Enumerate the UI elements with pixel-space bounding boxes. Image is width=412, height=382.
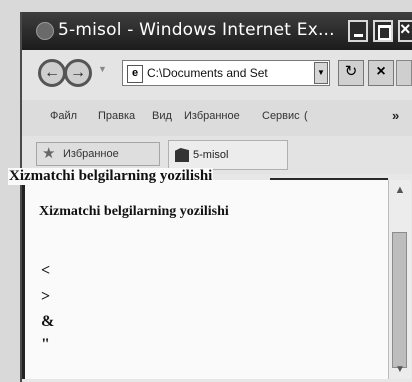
forward-button[interactable]: → bbox=[64, 59, 92, 87]
address-bar[interactable]: e C:\Documents and Set bbox=[122, 60, 330, 86]
vertical-scrollbar[interactable]: ▲ ▼ bbox=[388, 180, 411, 379]
tab-label: 5-misol bbox=[193, 149, 229, 161]
history-dropdown-icon[interactable]: ▼ bbox=[98, 64, 112, 78]
page-icon: e bbox=[127, 65, 143, 83]
favorites-label: Избранное bbox=[63, 148, 119, 160]
document-caption: Xizmatchi belgilarning yozilishi bbox=[8, 168, 214, 185]
menu-favorites[interactable]: Избранное bbox=[184, 110, 240, 122]
star-icon: ★ bbox=[42, 145, 56, 162]
page-heading: Xizmatchi belgilarning yozilishi bbox=[39, 204, 229, 219]
page-tab-icon bbox=[175, 148, 189, 162]
scroll-thumb[interactable] bbox=[392, 232, 407, 368]
minimize-button[interactable] bbox=[348, 20, 368, 42]
menu-tools[interactable]: Сервис bbox=[262, 110, 300, 122]
symbol-greater-than: > bbox=[41, 288, 51, 305]
menu-overflow-icon[interactable]: » bbox=[392, 108, 399, 123]
menu-bar: Файл Правка Вид Избранное Сервис ( » bbox=[22, 100, 412, 137]
navigation-bar: ← → ▼ e C:\Documents and Set ▼ ↻ × bbox=[22, 50, 412, 101]
stop-button[interactable]: × bbox=[368, 60, 394, 86]
tab-5-misol[interactable]: 5-misol bbox=[168, 140, 288, 170]
menu-edit[interactable]: Правка bbox=[98, 110, 135, 122]
title-bar[interactable]: 5-misol - Windows Internet Ex... bbox=[22, 12, 412, 50]
scroll-up-icon[interactable]: ▲ bbox=[391, 182, 409, 198]
menu-file[interactable]: Файл bbox=[50, 110, 77, 122]
window-title: 5-misol - Windows Internet Ex... bbox=[58, 20, 335, 40]
favorites-button[interactable]: ★ Избранное bbox=[36, 142, 160, 166]
refresh-button[interactable]: ↻ bbox=[338, 60, 364, 86]
address-text[interactable]: C:\Documents and Set bbox=[147, 66, 268, 80]
page-content: Xizmatchi belgilarning yozilishi < > & " bbox=[22, 180, 388, 379]
back-button[interactable]: ← bbox=[38, 59, 66, 87]
ie-icon bbox=[36, 22, 54, 40]
scroll-down-icon[interactable]: ▼ bbox=[391, 364, 409, 376]
menu-help-partial[interactable]: ( bbox=[304, 110, 308, 122]
symbol-ampersand: & bbox=[41, 313, 55, 330]
address-dropdown-button[interactable]: ▼ bbox=[314, 62, 328, 84]
close-button[interactable] bbox=[398, 19, 412, 42]
menu-view[interactable]: Вид bbox=[152, 110, 172, 122]
maximize-button[interactable] bbox=[373, 20, 393, 42]
symbol-quote: " bbox=[41, 336, 50, 353]
symbol-less-than: < bbox=[41, 262, 51, 279]
search-box-edge[interactable] bbox=[396, 60, 412, 86]
